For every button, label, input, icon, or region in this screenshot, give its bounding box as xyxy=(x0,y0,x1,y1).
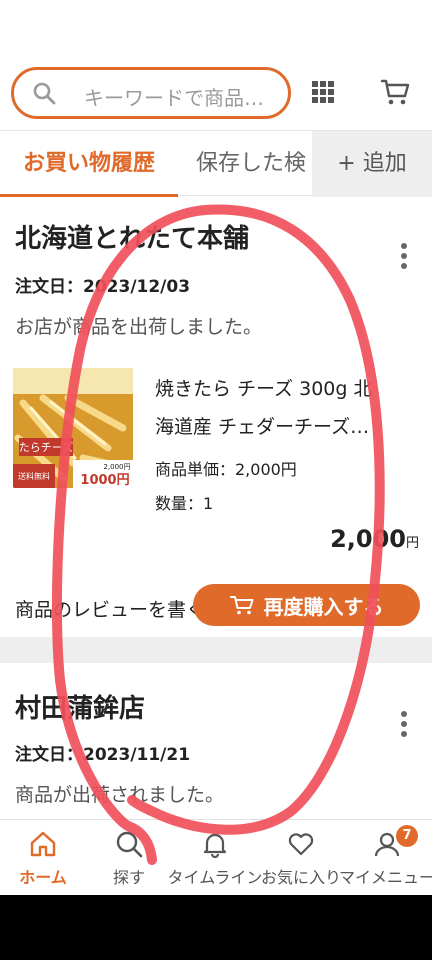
search-input[interactable]: キーワードで商品… xyxy=(11,67,291,119)
unit-price: 商品単価：2,000円 xyxy=(155,460,297,479)
heart-icon xyxy=(288,833,314,856)
tab-purchase-history[interactable]: お買い物履歴 xyxy=(0,131,178,197)
shop-name[interactable]: 村田蒲鉾店 xyxy=(15,688,145,725)
more-options-icon[interactable] xyxy=(400,711,408,737)
notification-badge: 7 xyxy=(396,825,418,847)
tab-saved-search[interactable]: 保存した検 xyxy=(196,131,314,197)
thumb-free-shipping: 送料無料 xyxy=(18,471,50,481)
product-name-line1: 焼きたら チーズ 300g 北 xyxy=(155,378,373,400)
search-icon xyxy=(116,831,143,858)
nav-search-label: 探す xyxy=(112,868,145,887)
order-date: 注文日：2023/12/03 xyxy=(15,277,191,297)
app-screen: キーワードで商品… お買い物履歴 保存した検 + 追加 北海道とれたて本舗 注文… xyxy=(0,0,432,895)
nav-my-menu[interactable]: 7 マイメニュー xyxy=(339,820,432,895)
order-date: 注文日：2023/11/21 xyxy=(15,745,191,765)
shop-name[interactable]: 北海道とれたて本舗 xyxy=(15,218,249,255)
write-review-link[interactable]: 商品のレビューを書く xyxy=(15,595,205,622)
bell-icon xyxy=(203,833,227,858)
more-options-icon[interactable] xyxy=(400,243,408,269)
section-divider xyxy=(0,637,432,663)
tab-add-button[interactable]: + 追加 xyxy=(312,131,432,197)
search-placeholder: キーワードで商品… xyxy=(84,86,264,110)
price-unit: 円 xyxy=(405,536,419,551)
nav-favorites-label: お気に入り xyxy=(260,868,341,887)
thumb-regular-price: 2,000円 xyxy=(103,463,130,471)
cart-icon[interactable] xyxy=(380,77,410,107)
nav-favorites[interactable]: お気に入り xyxy=(258,820,344,895)
thumb-title: たらチーズ xyxy=(19,440,73,454)
nav-home[interactable]: ホーム xyxy=(0,820,86,895)
order-status: 商品が出荷されました。 xyxy=(15,784,225,806)
search-icon xyxy=(33,82,56,105)
tab-bar: お買い物履歴 保存した検 + 追加 xyxy=(0,130,432,197)
thumb-price: 1000円 xyxy=(80,473,129,488)
home-icon xyxy=(30,831,56,857)
product-image[interactable]: たらチーズ 送料無料 2,000円 1000円 xyxy=(13,368,133,488)
grid-icon[interactable] xyxy=(312,81,334,103)
rebuy-label: 再度購入する xyxy=(263,594,384,619)
rebuy-button[interactable]: 再度購入する xyxy=(193,584,420,626)
price: 2,000円 xyxy=(330,525,419,553)
nav-search[interactable]: 探す xyxy=(86,820,172,895)
bottom-navigation: ホーム 探す タイムライン お気に入り 7 マイメニュー xyxy=(0,819,432,895)
nav-home-label: ホーム xyxy=(19,868,67,887)
cart-icon xyxy=(229,596,253,615)
product-name[interactable]: 焼きたら チーズ 300g 北 海道産 チェダーチーズ… xyxy=(155,370,413,448)
quantity: 数量：1 xyxy=(155,494,214,513)
nav-timeline[interactable]: タイムライン xyxy=(168,820,262,895)
nav-timeline-label: タイムライン xyxy=(167,868,263,887)
nav-my-menu-label: マイメニュー xyxy=(338,868,432,887)
order-status: お店が商品を出荷しました。 xyxy=(15,316,263,338)
price-value: 2,000 xyxy=(330,525,406,553)
product-name-line2: 海道産 チェダーチーズ… xyxy=(155,416,370,438)
